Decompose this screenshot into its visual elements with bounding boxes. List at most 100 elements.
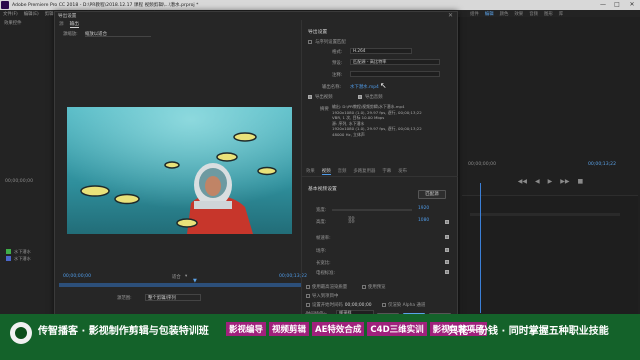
source-scale-label: 源缩放:: [63, 32, 78, 37]
program-timecode-duration: 00;00;13;22: [588, 162, 617, 167]
frame-rate-label: 帧速率:: [316, 236, 331, 241]
course-chip: 视频剪辑: [269, 322, 310, 336]
width-slider[interactable]: [332, 209, 412, 211]
maximize-button[interactable]: □: [610, 1, 624, 9]
export-audio-checkbox[interactable]: [358, 95, 362, 99]
export-settings-pane: 导出设置 与序列设置匹配 格式: H.264 预设: 匹配源 - 高比特率 注释…: [301, 20, 458, 323]
zoom-fit-dropdown[interactable]: 适合: [172, 274, 181, 280]
logo-inner: [15, 327, 27, 339]
format-label: 格式:: [332, 50, 343, 55]
dialog-close-icon[interactable]: ✕: [448, 12, 453, 19]
use-previews-row[interactable]: 使用预览: [362, 284, 386, 290]
source-range-label: 源范围:: [117, 296, 132, 301]
summary-heading: 摘要: [320, 107, 329, 112]
render-alpha-checkbox[interactable]: [382, 303, 386, 307]
tv-standard-checkbox[interactable]: [445, 270, 449, 274]
window-title: Adobe Premiere Pro CC 2018 - D:\PR教程\201…: [12, 3, 199, 8]
course-chip: C4D三维实训: [367, 322, 427, 336]
export-settings-dialog: 导出设置 ✕ 源输出 源缩放: 缩放以适合 00;00;00;00 适合 ▾ 0…: [54, 11, 458, 324]
course-chip: 影视编导: [226, 322, 267, 336]
settings-tab[interactable]: 多路复用器: [353, 168, 375, 175]
start-timecode-label: 设置开始时间码: [312, 303, 343, 308]
import-project-checkbox[interactable]: [306, 294, 310, 298]
match-sequence-checkbox[interactable]: [308, 40, 312, 44]
source-scale-dropdown[interactable]: 缩放以适合: [85, 31, 151, 37]
project-item[interactable]: 水下潜水: [6, 255, 31, 262]
match-sequence-label: 与序列设置匹配: [315, 40, 346, 45]
dialog-title: 导出设置: [58, 14, 77, 19]
max-quality-checkbox[interactable]: [306, 285, 310, 289]
height-override-checkbox[interactable]: [445, 220, 449, 224]
field-order-checkbox[interactable]: [445, 248, 449, 252]
settings-tab[interactable]: 发布: [398, 168, 407, 175]
width-value[interactable]: 1920: [418, 206, 429, 211]
mouse-cursor-icon: ↖: [380, 81, 387, 90]
chevron-down-icon[interactable]: ▾: [185, 274, 187, 279]
use-previews-checkbox[interactable]: [362, 285, 366, 289]
banner-slogan: 只花一份钱 · 同时掌握五种职业技能: [448, 326, 609, 337]
max-quality-row[interactable]: 使用最高渲染质量: [306, 284, 347, 290]
match-source-button[interactable]: 匹配源: [418, 190, 446, 199]
minimize-button[interactable]: —: [596, 1, 610, 9]
aspect-checkbox[interactable]: [445, 260, 449, 264]
transport-controls: ◀◀ ◀ ▶ ▶▶ ■: [468, 178, 633, 188]
settings-tab[interactable]: 效果: [306, 168, 315, 175]
settings-tab[interactable]: 音频: [338, 168, 347, 175]
transport-icon[interactable]: ■: [578, 178, 584, 188]
max-quality-label: 使用最高渲染质量: [312, 285, 348, 290]
project-item-label: 水下潜水: [14, 255, 31, 261]
height-label: 高度:: [316, 220, 327, 225]
scrub-timecode-in[interactable]: 00;00;00;00: [63, 274, 91, 279]
comments-field[interactable]: [350, 71, 440, 77]
start-timecode-value[interactable]: 00;00;00;00: [345, 303, 372, 308]
source-range-dropdown[interactable]: 整个剪辑/序列: [145, 294, 201, 301]
settings-sub-tabs: 效果 视频 音频 多路复用器 字幕 发布: [306, 168, 407, 175]
project-item[interactable]: 水下潜水: [6, 248, 31, 255]
export-audio-row[interactable]: 导出音频: [358, 94, 383, 100]
settings-tab[interactable]: 字幕: [382, 168, 391, 175]
close-window-button[interactable]: ✕: [625, 1, 639, 9]
summary-text: 输出: D:\PR教程\视频剪辑\水下潜水.mp4 1920x1080 (1.0)…: [332, 104, 454, 138]
export-settings-heading[interactable]: 导出设置: [308, 28, 327, 35]
chain-link-icon[interactable]: ⛓: [347, 216, 356, 224]
effect-controls-timecode[interactable]: 00;00;00;00: [5, 179, 33, 184]
underwater-frame-image: [67, 107, 292, 234]
frame-rate-checkbox[interactable]: [445, 235, 449, 239]
export-video-row[interactable]: 导出视频: [308, 94, 333, 100]
comments-label: 注释:: [332, 73, 343, 78]
start-timecode-row[interactable]: 设置开始时间码 00;00;00;00: [306, 302, 372, 308]
transport-icon[interactable]: ▶: [548, 178, 553, 188]
transport-icon[interactable]: ▶▶: [560, 178, 569, 188]
import-project-row[interactable]: 导入到项目中: [306, 293, 338, 299]
basic-video-settings-heading[interactable]: 基本视频设置: [308, 185, 337, 192]
transport-icon[interactable]: ◀: [535, 178, 540, 188]
export-audio-label: 导出音频: [365, 95, 383, 100]
summary-line: 48000 Hz, 立体声: [332, 131, 365, 137]
export-range-bar[interactable]: [59, 283, 301, 287]
output-name-link[interactable]: 水下潜水.mp4: [350, 84, 379, 90]
render-alpha-row[interactable]: 仅渲染 Alpha 通道: [382, 302, 425, 308]
program-timecode-current[interactable]: 00;00;00;00: [468, 162, 496, 167]
render-alpha-label: 仅渲染 Alpha 通道: [388, 303, 426, 308]
transport-icon[interactable]: ◀◀: [518, 178, 527, 188]
settings-tab[interactable]: 视频: [321, 168, 331, 175]
start-timecode-checkbox[interactable]: [306, 303, 310, 307]
panel-tab-effect-controls[interactable]: 效果控件: [4, 20, 22, 26]
dialog-tabs: 源输出: [59, 21, 79, 28]
format-dropdown[interactable]: H.264: [350, 48, 412, 54]
aspect-label: 长宽比:: [316, 261, 331, 266]
tv-standard-label: 电视标准:: [316, 271, 336, 276]
dialog-tab[interactable]: 源: [59, 21, 64, 28]
dialog-tab[interactable]: 输出: [69, 21, 79, 28]
timeline-playhead[interactable]: [480, 183, 481, 313]
banner-headline: 传智播客 · 影视制作剪辑与包装特训班: [38, 326, 209, 337]
width-label: 宽度:: [316, 208, 327, 213]
promo-banner: 传智播客 · 影视制作剪辑与包装特训班 影视编导 视频剪辑 AE特效合成 C4D三维实…: [0, 314, 640, 360]
preset-dropdown[interactable]: 匹配源 - 高比特率: [350, 59, 440, 65]
height-value[interactable]: 1080: [418, 218, 429, 223]
export-video-label: 导出视频: [315, 95, 333, 100]
scrub-playhead-icon[interactable]: ▼: [193, 278, 197, 284]
export-video-checkbox[interactable]: [308, 95, 312, 99]
timeline-track[interactable]: [470, 213, 620, 216]
match-sequence-row[interactable]: 与序列设置匹配: [308, 39, 346, 45]
